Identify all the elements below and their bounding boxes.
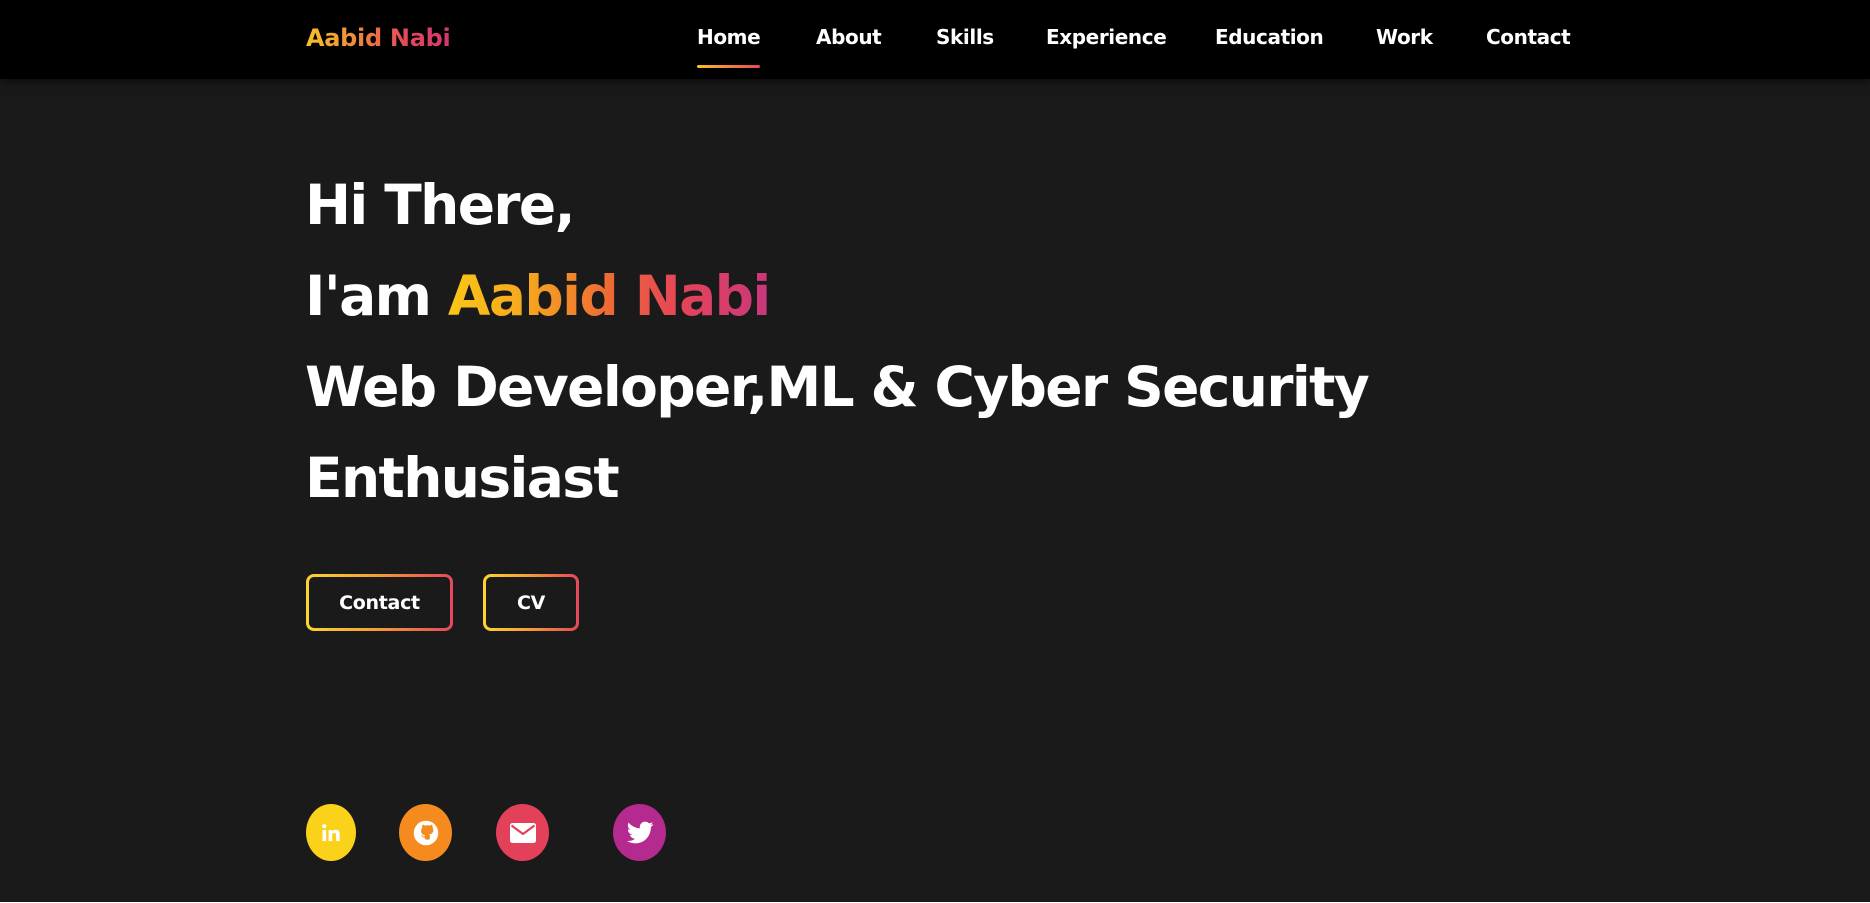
nav-home-label: Home: [697, 25, 761, 49]
cv-button[interactable]: CV: [483, 574, 579, 631]
hero-intro: I'am Aabid Nabi: [305, 269, 771, 324]
active-nav-indicator: [697, 65, 761, 68]
hero-section: Hi There, I'am Aabid Nabi Web Developer,…: [0, 79, 1870, 903]
navbar: Aabid Nabi Home About Skills Experience …: [0, 0, 1870, 79]
nav-experience[interactable]: Experience: [1046, 25, 1167, 49]
nav-education[interactable]: Education: [1215, 25, 1324, 49]
hero-role-line-1: Web Developer,ML & Cyber Security: [305, 355, 1370, 419]
nav-about[interactable]: About: [816, 25, 882, 49]
hero-greeting: Hi There,: [305, 173, 576, 237]
hero-intro-prefix: I'am: [305, 264, 432, 328]
email-button[interactable]: [496, 804, 549, 861]
hero-role-line-2: Enthusiast: [305, 446, 620, 510]
twitter-icon: [626, 821, 654, 845]
linkedin-button[interactable]: [306, 804, 356, 861]
github-button[interactable]: [399, 804, 452, 861]
nav-contact[interactable]: Contact: [1486, 25, 1571, 49]
linkedin-icon: [319, 821, 343, 845]
envelope-icon: [509, 822, 536, 843]
twitter-button[interactable]: [613, 804, 666, 861]
contact-button[interactable]: Contact: [306, 574, 453, 631]
hero-name: Aabid Nabi: [447, 264, 771, 328]
nav-skills[interactable]: Skills: [936, 25, 994, 49]
nav-home[interactable]: Home: [697, 25, 761, 68]
nav-work[interactable]: Work: [1376, 25, 1433, 49]
brand-logo[interactable]: Aabid Nabi: [306, 24, 451, 52]
github-icon: [412, 819, 440, 847]
page: Aabid Nabi Home About Skills Experience …: [0, 0, 1870, 903]
